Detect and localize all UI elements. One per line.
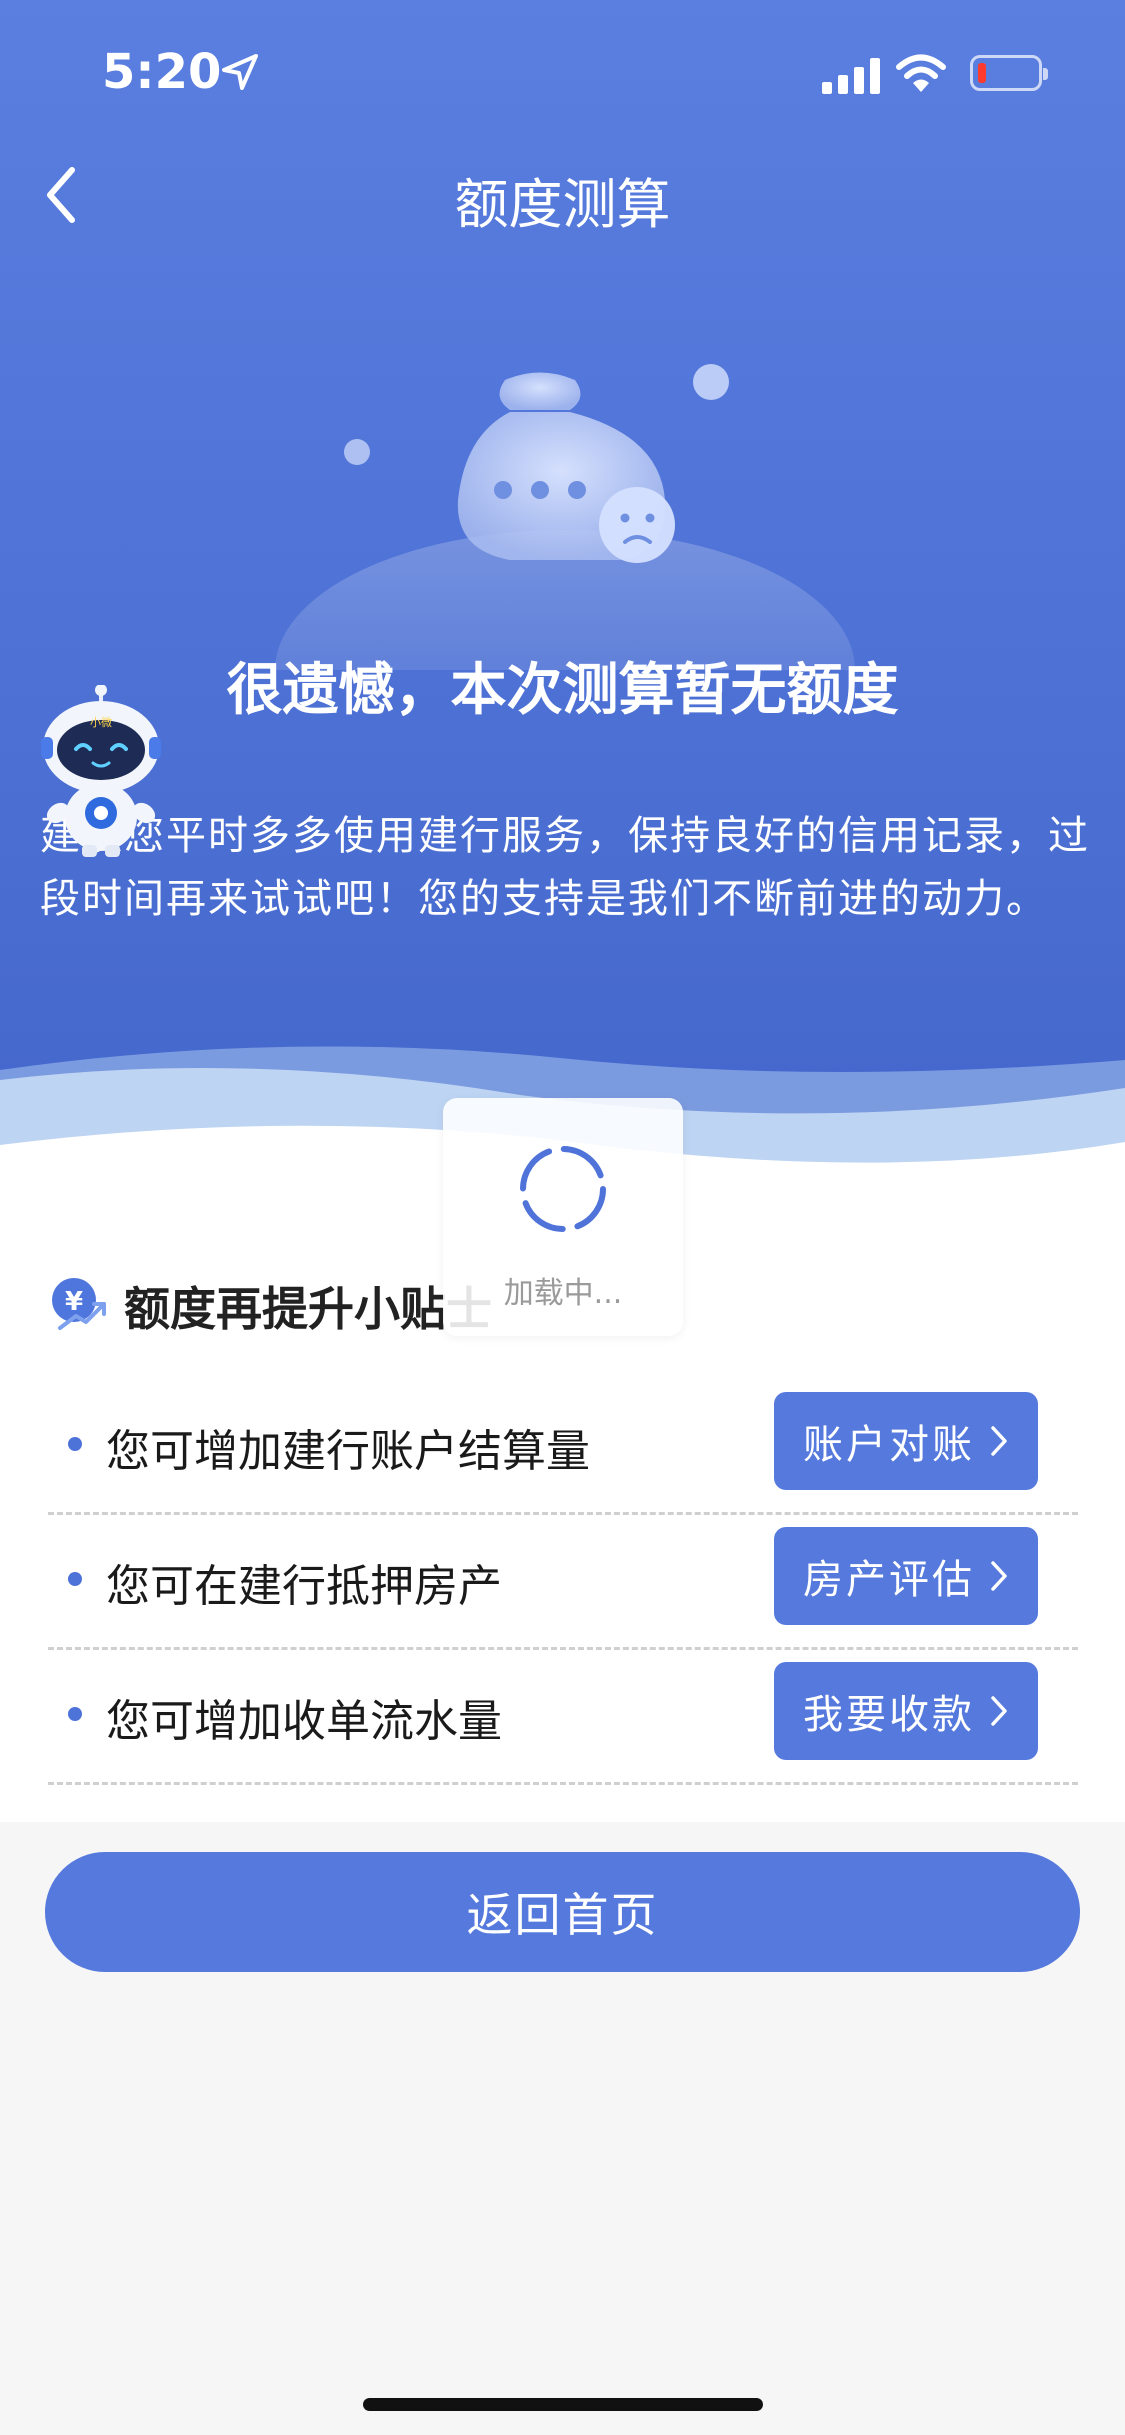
chevron-right-icon xyxy=(991,1696,1007,1726)
tip-row: 您可在建行抵押房产 房产评估 xyxy=(48,1512,1078,1650)
bullet-dot xyxy=(68,1572,82,1586)
button-label: 我要收款 xyxy=(803,1692,975,1738)
button-label: 房产评估 xyxy=(803,1557,975,1603)
home-indicator xyxy=(363,2398,763,2411)
bullet-dot xyxy=(68,1437,82,1451)
tip-row: 您可增加建行账户结算量 账户对账 xyxy=(48,1377,1078,1515)
robot-badge: 小微 xyxy=(90,715,112,729)
page-title: 额度测算 xyxy=(454,173,671,236)
loading-text: 加载中... xyxy=(503,1276,623,1311)
loading-overlay: 加载中... xyxy=(443,1098,683,1336)
wifi-icon xyxy=(896,54,946,98)
chevron-right-icon xyxy=(991,1426,1007,1456)
battery-icon xyxy=(970,55,1048,91)
tips-header: ¥ 额度再提升小贴士 xyxy=(48,1276,492,1336)
status-time: 5:20 xyxy=(102,44,222,100)
chevron-right-icon xyxy=(991,1561,1007,1591)
empty-money-bag-illustration xyxy=(270,340,860,810)
svg-text:¥: ¥ xyxy=(65,1287,83,1317)
receive-payment-button[interactable]: 我要收款 xyxy=(774,1662,1038,1760)
button-label: 账户对账 xyxy=(803,1422,975,1468)
status-bar: 5:20 xyxy=(0,0,1125,150)
return-home-button[interactable]: 返回首页 xyxy=(45,1852,1080,1972)
tip-row: 您可增加收单流水量 我要收款 xyxy=(48,1647,1078,1785)
loading-spinner-icon xyxy=(520,1146,606,1232)
robot-assistant[interactable]: 小微 xyxy=(38,684,168,860)
property-valuation-button[interactable]: 房产评估 xyxy=(774,1527,1038,1625)
bullet-dot xyxy=(68,1707,82,1721)
tip-text: 您可增加收单流水量 xyxy=(106,1696,502,1747)
result-description: 建议您平时多多使用建行服务，保持良好的信用记录，过段时间再来试试吧！您的支持是我… xyxy=(40,813,1090,922)
yuan-growth-icon: ¥ xyxy=(48,1274,108,1338)
tips-title: 额度再提升小贴士 xyxy=(124,1282,492,1336)
account-reconciliation-button[interactable]: 账户对账 xyxy=(774,1392,1038,1490)
result-title: 很遗憾，本次测算暂无额度 xyxy=(226,658,899,723)
location-arrow-icon xyxy=(220,52,260,96)
tip-text: 您可在建行抵押房产 xyxy=(106,1561,502,1612)
cellular-signal-icon xyxy=(822,58,880,98)
tip-text: 您可增加建行账户结算量 xyxy=(106,1426,590,1477)
